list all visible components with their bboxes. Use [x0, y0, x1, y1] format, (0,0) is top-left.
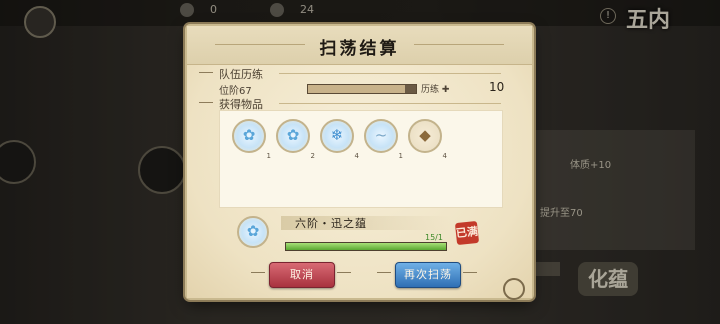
- cancel-button[interactable]: 取消: [269, 262, 335, 288]
- reward-item[interactable]: ✿ 1: [232, 119, 271, 160]
- obtained-progress-fill: [286, 243, 446, 250]
- button-ornament: [337, 272, 351, 273]
- section-divider: [279, 103, 501, 104]
- exp-progress-bar: [307, 84, 417, 94]
- exp-value: 10: [489, 80, 505, 94]
- sweep-again-button[interactable]: 再次扫荡: [395, 262, 461, 288]
- obtained-item[interactable]: ✿: [237, 216, 269, 248]
- reward-item[interactable]: ❄ 4: [320, 119, 359, 160]
- button-ornament: [463, 272, 477, 273]
- exp-progress-fill: [308, 85, 406, 93]
- obtained-item-count: 15/1: [425, 233, 443, 242]
- reward-item[interactable]: ✿ 2: [276, 119, 315, 160]
- item-count: 1: [398, 152, 403, 160]
- rank-text: 位阶67: [219, 86, 252, 97]
- obtained-item-row: ✿ 六阶・迅之蕴 15/1: [227, 216, 477, 258]
- item-count: 4: [354, 152, 359, 160]
- dialog-title: 扫荡结算: [319, 39, 400, 59]
- corner-ornament: [503, 278, 525, 300]
- reward-item[interactable]: ~ 1: [364, 119, 403, 160]
- team-section-heading: 队伍历练: [199, 68, 263, 81]
- exp-label: 历练 ✚: [421, 85, 450, 95]
- item-count: 2: [310, 152, 315, 160]
- dialog-title-band: 扫荡结算: [187, 26, 532, 65]
- section-divider: [279, 73, 501, 74]
- obtained-progress-bar: [285, 242, 447, 251]
- obtained-item-name: 六阶・迅之蕴: [295, 217, 367, 230]
- button-ornament: [377, 272, 391, 273]
- team-exp-row: 位阶67 历练 ✚ 10: [219, 80, 505, 97]
- item-count: 4: [442, 152, 447, 160]
- button-ornament: [251, 272, 265, 273]
- sweep-result-dialog: 扫荡结算 队伍历练 位阶67 历练 ✚ 10 获得物品 ✿ 1 ✿ 2 ❄ 4: [187, 26, 532, 300]
- reward-item[interactable]: ◆ 4: [408, 119, 447, 160]
- full-seal-stamp: 已满: [454, 220, 480, 246]
- reward-items-box: ✿ 1 ✿ 2 ❄ 4 ~ 1 ◆ 4: [219, 110, 503, 208]
- item-count: 1: [266, 152, 271, 160]
